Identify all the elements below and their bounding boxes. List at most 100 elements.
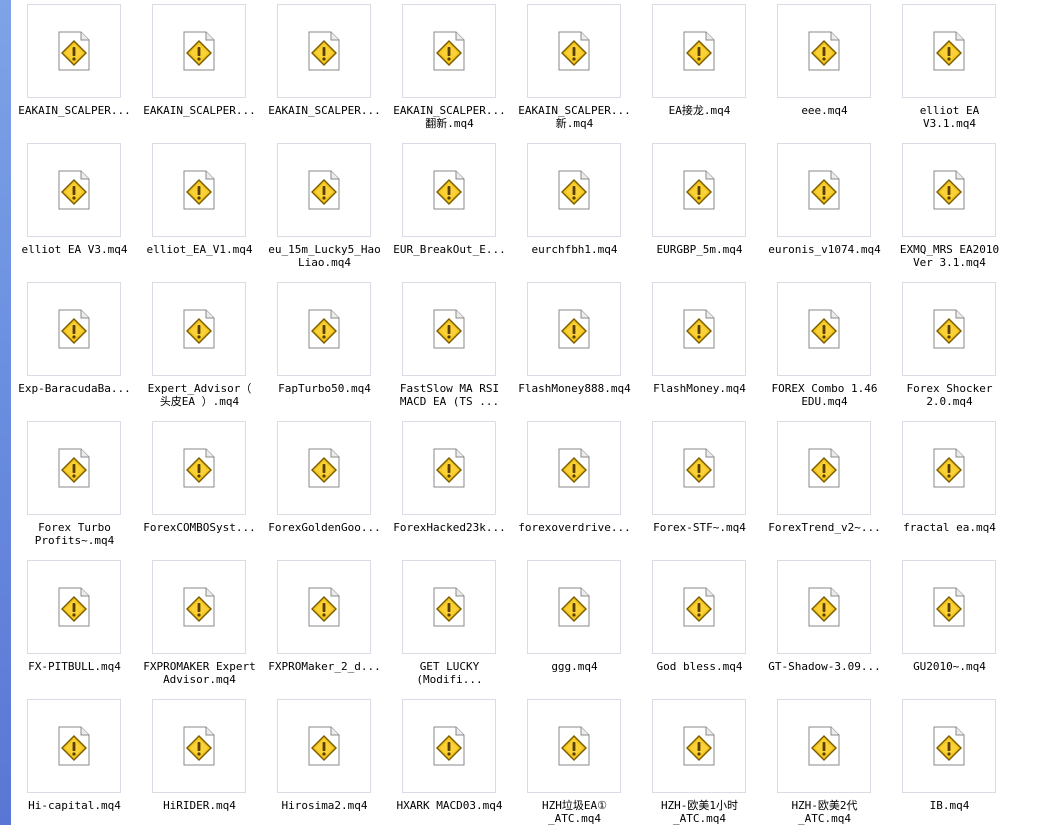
file-item[interactable]: GU2010~.mq4 bbox=[887, 560, 1012, 699]
file-item[interactable]: EAKAIN_SCALPER... bbox=[12, 4, 137, 143]
file-item[interactable]: EAKAIN_SCALPER... 新.mq4 bbox=[512, 4, 637, 143]
file-thumbnail[interactable] bbox=[902, 143, 996, 237]
file-item[interactable]: eee.mq4 bbox=[762, 4, 887, 143]
file-thumbnail[interactable] bbox=[27, 421, 121, 515]
file-thumbnail[interactable] bbox=[277, 421, 371, 515]
file-item[interactable]: FlashMoney.mq4 bbox=[637, 282, 762, 421]
file-thumbnail[interactable] bbox=[152, 421, 246, 515]
file-thumbnail[interactable] bbox=[277, 143, 371, 237]
file-item[interactable]: EA接龙.mq4 bbox=[637, 4, 762, 143]
file-thumbnail[interactable] bbox=[402, 282, 496, 376]
file-thumbnail[interactable] bbox=[152, 699, 246, 793]
file-item[interactable]: FastSlow MA RSI MACD EA (TS ... bbox=[387, 282, 512, 421]
file-item[interactable]: GET LUCKY (Modifi... bbox=[387, 560, 512, 699]
file-item[interactable]: elliot EA V3.mq4 bbox=[12, 143, 137, 282]
file-thumbnail[interactable] bbox=[277, 4, 371, 98]
file-thumbnail[interactable] bbox=[652, 143, 746, 237]
file-thumbnail[interactable] bbox=[527, 282, 621, 376]
file-item[interactable]: HZH垃圾EA① _ATC.mq4 bbox=[512, 699, 637, 825]
file-thumbnail[interactable] bbox=[277, 282, 371, 376]
file-item[interactable]: eurchfbh1.mq4 bbox=[512, 143, 637, 282]
file-thumbnail[interactable] bbox=[27, 560, 121, 654]
file-item[interactable]: Forex Turbo Profits~.mq4 bbox=[12, 421, 137, 560]
file-thumbnail[interactable] bbox=[527, 421, 621, 515]
file-thumbnail[interactable] bbox=[277, 560, 371, 654]
file-item[interactable]: HXARK MACD03.mq4 bbox=[387, 699, 512, 825]
file-thumbnail[interactable] bbox=[402, 143, 496, 237]
file-name-label: IB.mq4 bbox=[929, 799, 970, 812]
file-thumbnail[interactable] bbox=[27, 282, 121, 376]
file-thumbnail[interactable] bbox=[152, 560, 246, 654]
file-item[interactable]: ForexTrend_v2~... bbox=[762, 421, 887, 560]
file-thumbnail[interactable] bbox=[27, 699, 121, 793]
file-thumbnail[interactable] bbox=[652, 4, 746, 98]
file-thumbnail[interactable] bbox=[527, 560, 621, 654]
file-item[interactable]: elliot EA V3.1.mq4 bbox=[887, 4, 1012, 143]
file-item[interactable]: EAKAIN_SCALPER... 翻新.mq4 bbox=[387, 4, 512, 143]
file-item[interactable]: FapTurbo50.mq4 bbox=[262, 282, 387, 421]
file-item[interactable]: ForexCOMBOSyst... bbox=[137, 421, 262, 560]
file-item[interactable]: EAKAIN_SCALPER... bbox=[262, 4, 387, 143]
file-thumbnail[interactable] bbox=[902, 282, 996, 376]
file-item[interactable]: Hi-capital.mq4 bbox=[12, 699, 137, 825]
file-name-label: ForexHacked23k... bbox=[393, 521, 506, 534]
file-item[interactable]: forexoverdrive... bbox=[512, 421, 637, 560]
file-thumbnail[interactable] bbox=[277, 699, 371, 793]
file-thumbnail[interactable] bbox=[27, 4, 121, 98]
file-thumbnail[interactable] bbox=[902, 699, 996, 793]
file-thumbnail[interactable] bbox=[402, 4, 496, 98]
file-item[interactable]: FX-PITBULL.mq4 bbox=[12, 560, 137, 699]
file-item[interactable]: God bless.mq4 bbox=[637, 560, 762, 699]
file-item[interactable]: EURGBP_5m.mq4 bbox=[637, 143, 762, 282]
file-item[interactable]: EUR_BreakOut_E... bbox=[387, 143, 512, 282]
file-thumbnail[interactable] bbox=[902, 421, 996, 515]
file-thumbnail[interactable] bbox=[777, 421, 871, 515]
file-thumbnail[interactable] bbox=[777, 282, 871, 376]
file-item[interactable]: fractal ea.mq4 bbox=[887, 421, 1012, 560]
file-item[interactable]: FOREX Combo 1.46 EDU.mq4 bbox=[762, 282, 887, 421]
file-item[interactable]: GT-Shadow-3.09... bbox=[762, 560, 887, 699]
file-thumbnail[interactable] bbox=[652, 560, 746, 654]
unknown-file-warning-icon bbox=[308, 726, 340, 766]
file-item[interactable]: EAKAIN_SCALPER... bbox=[137, 4, 262, 143]
file-thumbnail[interactable] bbox=[152, 4, 246, 98]
file-thumbnail[interactable] bbox=[777, 699, 871, 793]
file-thumbnail[interactable] bbox=[527, 699, 621, 793]
file-item[interactable]: FlashMoney888.mq4 bbox=[512, 282, 637, 421]
file-item[interactable]: ggg.mq4 bbox=[512, 560, 637, 699]
file-thumbnail[interactable] bbox=[777, 560, 871, 654]
file-thumbnail[interactable] bbox=[527, 4, 621, 98]
file-item[interactable]: ForexHacked23k... bbox=[387, 421, 512, 560]
file-item[interactable]: EXMQ_MRS EA2010 Ver 3.1.mq4 bbox=[887, 143, 1012, 282]
file-item[interactable]: HZH-欧美2代 _ATC.mq4 bbox=[762, 699, 887, 825]
file-thumbnail[interactable] bbox=[527, 143, 621, 237]
file-item[interactable]: eu_15m_Lucky5_Hao Liao.mq4 bbox=[262, 143, 387, 282]
file-thumbnail[interactable] bbox=[402, 421, 496, 515]
file-item[interactable]: elliot_EA_V1.mq4 bbox=[137, 143, 262, 282]
unknown-file-warning-icon bbox=[433, 587, 465, 627]
file-item[interactable]: Exp-BaracudaBa... bbox=[12, 282, 137, 421]
file-item[interactable]: Hirosima2.mq4 bbox=[262, 699, 387, 825]
file-item[interactable]: FXPROMaker_2_d... bbox=[262, 560, 387, 699]
file-thumbnail[interactable] bbox=[152, 143, 246, 237]
file-thumbnail[interactable] bbox=[777, 143, 871, 237]
file-item[interactable]: IB.mq4 bbox=[887, 699, 1012, 825]
file-thumbnail[interactable] bbox=[152, 282, 246, 376]
file-thumbnail[interactable] bbox=[902, 4, 996, 98]
file-thumbnail[interactable] bbox=[652, 282, 746, 376]
file-thumbnail[interactable] bbox=[652, 421, 746, 515]
file-item[interactable]: ForexGoldenGoo... bbox=[262, 421, 387, 560]
file-thumbnail[interactable] bbox=[777, 4, 871, 98]
file-item[interactable]: euronis_v1074.mq4 bbox=[762, 143, 887, 282]
file-item[interactable]: HZH-欧美1小时 _ATC.mq4 bbox=[637, 699, 762, 825]
file-item[interactable]: Forex Shocker 2.0.mq4 bbox=[887, 282, 1012, 421]
file-thumbnail[interactable] bbox=[402, 699, 496, 793]
file-item[interactable]: FXPROMAKER Expert Advisor.mq4 bbox=[137, 560, 262, 699]
file-thumbnail[interactable] bbox=[27, 143, 121, 237]
file-thumbnail[interactable] bbox=[652, 699, 746, 793]
file-thumbnail[interactable] bbox=[902, 560, 996, 654]
file-thumbnail[interactable] bbox=[402, 560, 496, 654]
file-item[interactable]: Forex-STF~.mq4 bbox=[637, 421, 762, 560]
file-item[interactable]: HiRIDER.mq4 bbox=[137, 699, 262, 825]
file-item[interactable]: Expert_Advisor（ 头皮EA ）.mq4 bbox=[137, 282, 262, 421]
